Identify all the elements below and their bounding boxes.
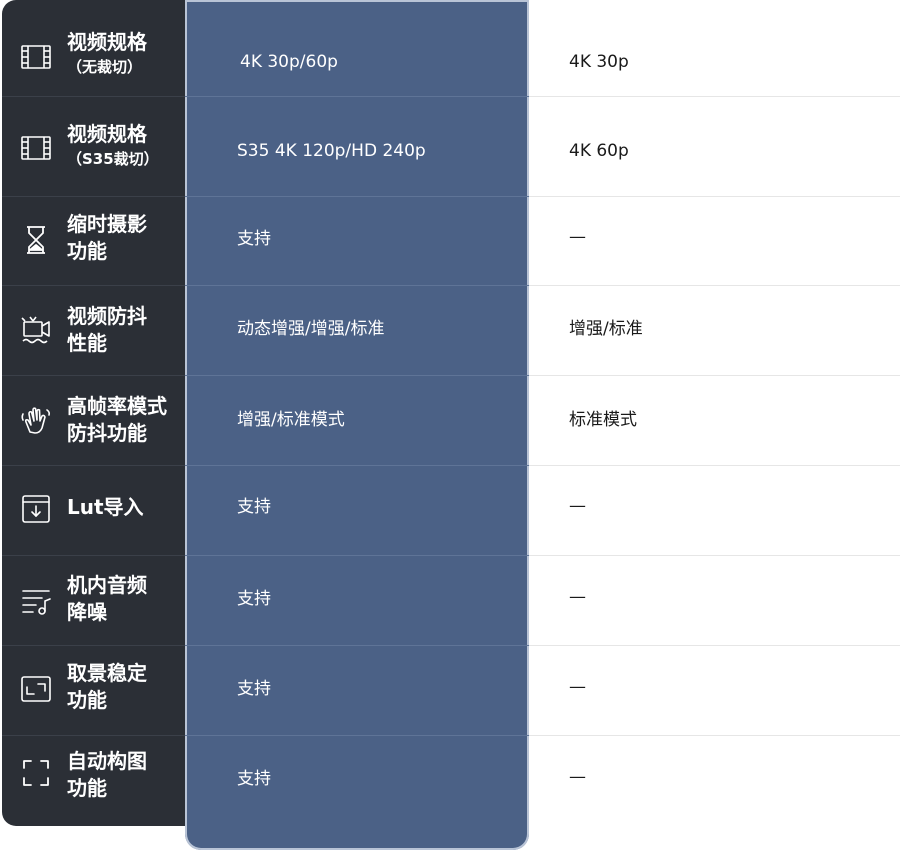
compared-product-value: — — [569, 227, 586, 247]
compared-product-value: — — [569, 767, 586, 787]
feature-label-line1: 视频规格 — [67, 122, 147, 146]
feature-label: 视频规格 （S35裁切） — [67, 121, 185, 170]
compared-product-value: — — [569, 496, 586, 516]
shaking-hand-icon — [20, 404, 52, 436]
feature-label-line2: 功能 — [67, 776, 107, 800]
table-row: 缩时摄影 功能 支持 — — [0, 197, 900, 286]
compared-product-value: — — [569, 587, 586, 607]
feature-label-line1: 高帧率模式 — [67, 394, 167, 418]
frame-expand-icon — [20, 673, 52, 705]
table-row: Lut导入 支持 — — [0, 466, 900, 556]
feature-label: 缩时摄影 功能 — [67, 211, 185, 265]
feature-label: 自动构图 功能 — [67, 748, 185, 802]
table-row: 视频规格 （无裁切） 4K 30p/60p 4K 30p — [0, 0, 900, 97]
feature-label-line2: 功能 — [67, 688, 107, 712]
feature-label-line2: （无裁切） — [67, 58, 143, 76]
compared-product-value: 增强/标准 — [569, 319, 643, 339]
stabilized-camera-icon — [20, 314, 52, 346]
feature-label: 视频规格 （无裁切） — [67, 29, 185, 78]
feature-label-line2: （S35裁切） — [67, 150, 159, 168]
compared-product-value: 4K 60p — [569, 141, 629, 161]
highlighted-product-value: 支持 — [237, 679, 271, 699]
import-box-icon — [20, 493, 52, 525]
feature-label-line1: 自动构图 — [67, 749, 147, 773]
feature-label-line2: 降噪 — [67, 600, 107, 624]
table-row: 机内音频 降噪 支持 — — [0, 556, 900, 646]
highlighted-product-value: 支持 — [237, 229, 271, 249]
highlighted-product-value: 增强/标准模式 — [237, 410, 345, 430]
feature-label: 机内音频 降噪 — [67, 572, 185, 626]
feature-label-line1: 视频规格 — [67, 30, 147, 54]
table-row: 视频规格 （S35裁切） S35 4K 120p/HD 240p 4K 60p — [0, 97, 900, 197]
feature-label: 取景稳定 功能 — [67, 660, 185, 714]
film-strip-icon — [20, 41, 52, 73]
comparison-table: 视频规格 （无裁切） 4K 30p/60p 4K 30p 视频规格 （S35裁切… — [0, 0, 900, 852]
highlighted-product-value: 支持 — [237, 589, 271, 609]
highlighted-product-value: 4K 30p/60p — [240, 52, 338, 72]
feature-label-line1: 机内音频 — [67, 573, 147, 597]
feature-label-line1: 缩时摄影 — [67, 212, 147, 236]
highlighted-product-value: 支持 — [237, 769, 271, 789]
hourglass-icon — [20, 224, 52, 256]
table-row: 高帧率模式 防抖功能 增强/标准模式 标准模式 — [0, 376, 900, 466]
highlighted-product-value: 动态增强/增强/标准 — [237, 319, 385, 339]
feature-label-line2: 防抖功能 — [67, 421, 147, 445]
audio-list-icon — [20, 585, 52, 617]
highlighted-product-value: S35 4K 120p/HD 240p — [237, 141, 426, 161]
auto-frame-icon — [20, 757, 52, 789]
feature-label: 高帧率模式 防抖功能 — [67, 393, 187, 447]
compared-product-value: 4K 30p — [569, 52, 629, 72]
table-row: 视频防抖 性能 动态增强/增强/标准 增强/标准 — [0, 286, 900, 376]
table-row: 取景稳定 功能 支持 — — [0, 646, 900, 736]
film-strip-icon — [20, 132, 52, 164]
table-row: 自动构图 功能 支持 — — [0, 736, 900, 826]
feature-label-line1: 视频防抖 — [67, 304, 147, 328]
feature-label: 视频防抖 性能 — [67, 303, 185, 357]
feature-label-line2: 功能 — [67, 239, 107, 263]
feature-label-line1: 取景稳定 — [67, 661, 147, 685]
highlighted-product-value: 支持 — [237, 497, 271, 517]
feature-label-line2: 性能 — [67, 331, 107, 355]
compared-product-value: — — [569, 677, 586, 697]
feature-label-line1: Lut导入 — [67, 495, 144, 519]
feature-label: Lut导入 — [67, 494, 185, 521]
compared-product-value: 标准模式 — [569, 410, 637, 430]
